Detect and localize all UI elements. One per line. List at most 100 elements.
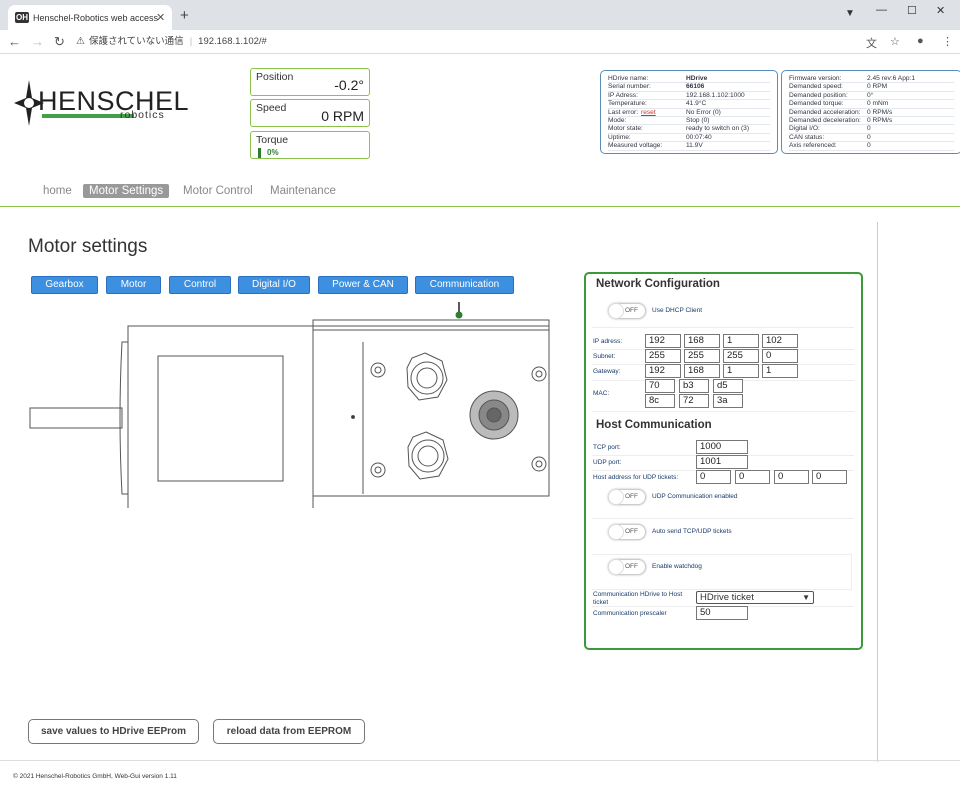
drive-info-key: Temperature: <box>608 100 647 108</box>
translate-icon[interactable]: 文 <box>866 35 877 51</box>
firmware-info-value: 0 RPM/s <box>867 108 893 116</box>
close-tab-icon[interactable]: ✕ <box>156 11 165 24</box>
torque-bar <box>258 148 261 158</box>
udp-address-field-4[interactable]: 0 <box>812 470 847 484</box>
warning-icon[interactable]: ⚠ <box>76 36 85 47</box>
udp-enabled-toggle[interactable]: OFF <box>608 489 646 505</box>
mac-field-4[interactable]: 8c <box>645 394 675 408</box>
drive-info-row: Mode: Stop (0) <box>608 117 770 126</box>
firmware-info-key: Digital I/O: <box>789 125 820 133</box>
firmware-info-panel: Firmware version: 2.45 rev:6 App:1 Demande… <box>781 70 960 154</box>
udp-address-field-1[interactable]: 0 <box>696 470 731 484</box>
comm-ticket-select[interactable]: HDrive ticket ▼ <box>696 591 814 604</box>
drive-info-row: Measured voltage: 11.9V <box>608 142 770 151</box>
footer-divider <box>0 760 960 761</box>
firmware-info-key: Axis referenced: <box>789 142 837 150</box>
prescaler-label: Communication prescaler <box>593 610 667 617</box>
udp-address-field-3[interactable]: 0 <box>774 470 809 484</box>
mac-field-1[interactable]: 70 <box>645 379 675 393</box>
subnet-label: Subnet: <box>593 353 616 360</box>
tcp-port-label: TCP port: <box>593 444 621 451</box>
save-eeprom-button[interactable]: save values to HDrive EEProm <box>28 719 199 744</box>
bookmark-star-icon[interactable]: ☆ <box>890 35 900 48</box>
watchdog-toggle[interactable]: OFF <box>608 559 646 575</box>
gateway-field-1[interactable]: 192 <box>645 364 681 378</box>
udp-port-field[interactable]: 1001 <box>696 455 748 469</box>
new-tab-button[interactable]: + <box>180 7 189 24</box>
subnet-field-3[interactable]: 255 <box>723 349 759 363</box>
motor-drawing <box>29 302 550 508</box>
firmware-info-value: 0 <box>867 142 871 150</box>
mac-field-3[interactable]: d5 <box>713 379 743 393</box>
nav-divider <box>0 206 960 207</box>
drive-info-row: Last error: reset No Error (0) <box>608 109 770 117</box>
speed-value: 0 RPM <box>321 108 364 124</box>
dhcp-label: Use DHCP Client <box>652 307 703 314</box>
reload-icon[interactable]: ↻ <box>54 34 65 50</box>
drive-info-row: IP Adress: 192.168.1.102:1000 <box>608 92 770 101</box>
gateway-field-2[interactable]: 168 <box>684 364 720 378</box>
mac-field-6[interactable]: 3a <box>713 394 743 408</box>
tab-communication[interactable]: Communication <box>415 276 514 294</box>
reload-eeprom-button[interactable]: reload data from EEPROM <box>213 719 365 744</box>
drive-info-value: 41.9°C <box>686 100 707 108</box>
prescaler-field[interactable]: 50 <box>696 606 748 620</box>
ip-field-2[interactable]: 168 <box>684 334 720 348</box>
back-icon[interactable]: ← <box>8 34 21 49</box>
close-window-icon[interactable]: ✕ <box>936 4 945 17</box>
drive-info-row: Motor state: ready to switch on (3) <box>608 125 770 134</box>
mac-label: MAC: <box>593 390 610 397</box>
drive-info-value: ready to switch on (3) <box>686 125 750 133</box>
firmware-info-row: Demanded position: 0° <box>789 92 954 101</box>
ip-field-1[interactable]: 192 <box>645 334 681 348</box>
subnet-field-4[interactable]: 0 <box>762 349 798 363</box>
browser-tab[interactable]: OH Henschel-Robotics web access ✕ <box>8 5 172 30</box>
main-nav: home Motor Settings Motor Control Mainte… <box>0 183 960 203</box>
subnet-field-2[interactable]: 255 <box>684 349 720 363</box>
firmware-info-key: Firmware version: <box>789 75 842 82</box>
nav-home[interactable]: home <box>37 184 78 198</box>
drive-info-value: HDrive <box>686 75 708 82</box>
tab-digital-io[interactable]: Digital I/O <box>238 276 310 294</box>
network-config-title: Network Configuration <box>596 278 720 290</box>
gateway-field-3[interactable]: 1 <box>723 364 759 378</box>
ip-field-4[interactable]: 102 <box>762 334 798 348</box>
drive-info-value: No Error (0) <box>686 108 721 116</box>
chevron-down-icon: ▼ <box>802 593 810 602</box>
dhcp-toggle[interactable]: OFF <box>608 303 646 319</box>
tab-control[interactable]: Control <box>169 276 231 294</box>
tab-gearbox[interactable]: Gearbox <box>31 276 98 294</box>
drive-info-value: 66106 <box>686 83 705 91</box>
subnet-field-1[interactable]: 255 <box>645 349 681 363</box>
firmware-info-value: 0 mNm <box>867 100 889 108</box>
firmware-info-value: 2.45 rev:6 App:1 <box>867 75 916 82</box>
nav-maintenance[interactable]: Maintenance <box>264 184 342 198</box>
firmware-info-key: Demanded speed: <box>789 83 843 91</box>
auto-send-toggle[interactable]: OFF <box>608 524 646 540</box>
menu-kebab-icon[interactable]: ⋮ <box>942 35 953 48</box>
tcp-port-field[interactable]: 1000 <box>696 440 748 454</box>
mac-field-2[interactable]: b3 <box>679 379 709 393</box>
host-comm-title: Host Communication <box>596 419 712 431</box>
profile-dropdown-icon[interactable]: ▼ <box>845 8 855 19</box>
nav-motor-settings[interactable]: Motor Settings <box>83 184 170 198</box>
watchdog-label: Enable watchdog <box>652 563 702 570</box>
profile-avatar-icon[interactable]: ● <box>917 35 924 47</box>
gateway-field-4[interactable]: 1 <box>762 364 798 378</box>
network-config-panel: Network Configuration OFF Use DHCP Clien… <box>584 272 863 650</box>
url-input[interactable]: ⚠ 保護されていない通信 | 192.168.1.102/# <box>76 32 856 52</box>
nav-motor-control[interactable]: Motor Control <box>177 184 259 198</box>
mac-field-5[interactable]: 72 <box>679 394 709 408</box>
forward-icon[interactable]: → <box>31 34 44 49</box>
udp-address-field-2[interactable]: 0 <box>735 470 770 484</box>
firmware-info-value: 0 <box>867 125 871 133</box>
gateway-label: Gateway: <box>593 368 621 375</box>
reset-error-link[interactable]: reset <box>641 109 656 117</box>
tab-power-can[interactable]: Power & CAN <box>318 276 408 294</box>
address-bar: ← → ↻ ⚠ 保護されていない通信 | 192.168.1.102/# 文 ☆ ● … <box>0 30 960 54</box>
maximize-icon[interactable]: ☐ <box>907 4 917 17</box>
ip-field-3[interactable]: 1 <box>723 334 759 348</box>
tab-motor[interactable]: Motor <box>106 276 161 294</box>
auto-send-label: Auto send TCP/UDP tickets <box>652 528 732 535</box>
minimize-icon[interactable]: — <box>876 4 887 16</box>
